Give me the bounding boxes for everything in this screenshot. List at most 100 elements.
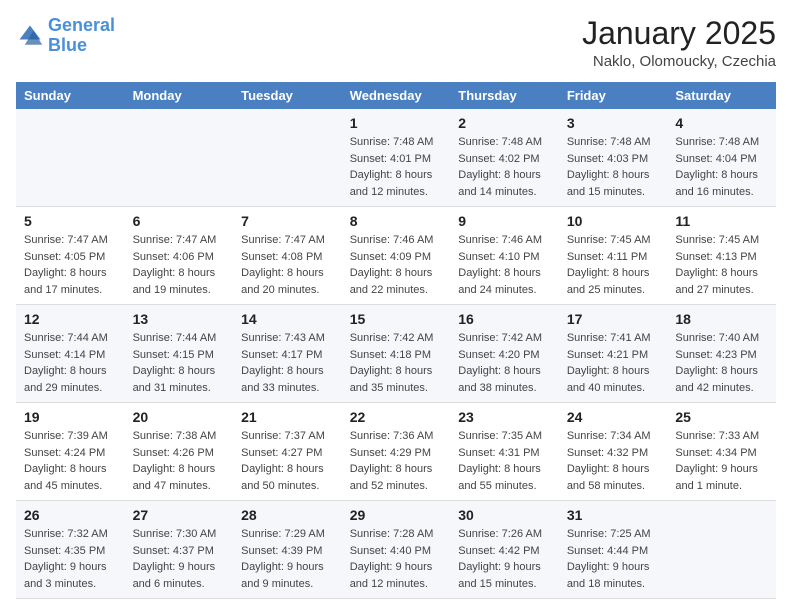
day-number: 31	[567, 507, 660, 523]
calendar-cell	[125, 109, 234, 207]
weekday-header-monday: Monday	[125, 82, 234, 109]
week-row-1: 1Sunrise: 7:48 AMSunset: 4:01 PMDaylight…	[16, 109, 776, 207]
weekday-header-friday: Friday	[559, 82, 668, 109]
day-info: Sunrise: 7:47 AMSunset: 4:08 PMDaylight:…	[241, 232, 334, 298]
day-info: Sunrise: 7:44 AMSunset: 4:15 PMDaylight:…	[133, 330, 226, 396]
calendar-cell: 5 Sunrise: 7:47 AMSunset: 4:05 PMDaylight…	[16, 207, 125, 305]
day-info: Sunrise: 7:38 AMSunset: 4:26 PMDaylight:…	[133, 428, 226, 494]
day-number: 9	[458, 213, 551, 229]
day-number: 15	[350, 311, 443, 327]
day-number: 26	[24, 507, 117, 523]
calendar-cell: 21 Sunrise: 7:37 AMSunset: 4:27 PMDayligh…	[233, 403, 342, 501]
day-number: 13	[133, 311, 226, 327]
day-number: 23	[458, 409, 551, 425]
calendar-cell: 12Sunrise: 7:44 AMSunset: 4:14 PMDayligh…	[16, 305, 125, 403]
weekday-header-wednesday: Wednesday	[342, 82, 451, 109]
day-info: Sunrise: 7:34 AMSunset: 4:32 PMDaylight:…	[567, 428, 660, 494]
day-info: Sunrise: 7:47 AMSunset: 4:05 PMDaylight:…	[24, 232, 117, 298]
logo-text: General Blue	[48, 16, 115, 56]
calendar-cell: 24 Sunrise: 7:34 AMSunset: 4:32 PMDayligh…	[559, 403, 668, 501]
day-info: Sunrise: 7:28 AMSunset: 4:40 PMDaylight:…	[350, 526, 443, 592]
calendar-cell: 7 Sunrise: 7:47 AMSunset: 4:08 PMDaylight…	[233, 207, 342, 305]
day-info: Sunrise: 7:39 AMSunset: 4:24 PMDaylight:…	[24, 428, 117, 494]
week-row-2: 5 Sunrise: 7:47 AMSunset: 4:05 PMDaylight…	[16, 207, 776, 305]
day-number: 27	[133, 507, 226, 523]
day-number: 25	[675, 409, 768, 425]
calendar-cell: 13 Sunrise: 7:44 AMSunset: 4:15 PMDayligh…	[125, 305, 234, 403]
day-info: Sunrise: 7:45 AMSunset: 4:13 PMDaylight:…	[675, 232, 768, 298]
calendar-cell: 14 Sunrise: 7:43 AMSunset: 4:17 PMDayligh…	[233, 305, 342, 403]
day-number: 3	[567, 115, 660, 131]
day-number: 10	[567, 213, 660, 229]
day-number: 5	[24, 213, 117, 229]
day-number: 21	[241, 409, 334, 425]
weekday-header-thursday: Thursday	[450, 82, 559, 109]
day-info: Sunrise: 7:40 AMSunset: 4:23 PMDaylight:…	[675, 330, 768, 396]
weekday-header-row: SundayMondayTuesdayWednesdayThursdayFrid…	[16, 82, 776, 109]
day-number: 28	[241, 507, 334, 523]
day-info: Sunrise: 7:44 AMSunset: 4:14 PMDaylight:…	[24, 330, 117, 396]
day-number: 7	[241, 213, 334, 229]
calendar-cell: 31 Sunrise: 7:25 AMSunset: 4:44 PMDayligh…	[559, 501, 668, 599]
day-info: Sunrise: 7:45 AMSunset: 4:11 PMDaylight:…	[567, 232, 660, 298]
day-info: Sunrise: 7:42 AMSunset: 4:20 PMDaylight:…	[458, 330, 551, 396]
day-number: 19	[24, 409, 117, 425]
day-info: Sunrise: 7:36 AMSunset: 4:29 PMDaylight:…	[350, 428, 443, 494]
day-info: Sunrise: 7:35 AMSunset: 4:31 PMDaylight:…	[458, 428, 551, 494]
calendar-cell: 3 Sunrise: 7:48 AMSunset: 4:03 PMDaylight…	[559, 109, 668, 207]
day-info: Sunrise: 7:48 AMSunset: 4:04 PMDaylight:…	[675, 134, 768, 200]
logo-general: General	[48, 15, 115, 35]
day-number: 18	[675, 311, 768, 327]
location: Naklo, Olomoucky, Czechia	[582, 53, 776, 70]
calendar-cell: 25 Sunrise: 7:33 AMSunset: 4:34 PMDayligh…	[667, 403, 776, 501]
logo: General Blue	[16, 16, 115, 56]
day-info: Sunrise: 7:46 AMSunset: 4:10 PMDaylight:…	[458, 232, 551, 298]
calendar-cell: 16 Sunrise: 7:42 AMSunset: 4:20 PMDayligh…	[450, 305, 559, 403]
logo-blue: Blue	[48, 35, 87, 55]
day-info: Sunrise: 7:30 AMSunset: 4:37 PMDaylight:…	[133, 526, 226, 592]
calendar-cell: 9 Sunrise: 7:46 AMSunset: 4:10 PMDaylight…	[450, 207, 559, 305]
day-info: Sunrise: 7:42 AMSunset: 4:18 PMDaylight:…	[350, 330, 443, 396]
calendar-cell: 6Sunrise: 7:47 AMSunset: 4:06 PMDaylight…	[125, 207, 234, 305]
calendar-cell: 8Sunrise: 7:46 AMSunset: 4:09 PMDaylight…	[342, 207, 451, 305]
day-number: 24	[567, 409, 660, 425]
day-number: 14	[241, 311, 334, 327]
calendar-cell: 18 Sunrise: 7:40 AMSunset: 4:23 PMDayligh…	[667, 305, 776, 403]
day-number: 29	[350, 507, 443, 523]
day-info: Sunrise: 7:29 AMSunset: 4:39 PMDaylight:…	[241, 526, 334, 592]
logo-icon	[16, 22, 44, 50]
week-row-5: 26 Sunrise: 7:32 AMSunset: 4:35 PMDayligh…	[16, 501, 776, 599]
calendar-cell: 29 Sunrise: 7:28 AMSunset: 4:40 PMDayligh…	[342, 501, 451, 599]
day-info: Sunrise: 7:48 AMSunset: 4:03 PMDaylight:…	[567, 134, 660, 200]
day-number: 16	[458, 311, 551, 327]
day-info: Sunrise: 7:32 AMSunset: 4:35 PMDaylight:…	[24, 526, 117, 592]
day-number: 17	[567, 311, 660, 327]
day-info: Sunrise: 7:43 AMSunset: 4:17 PMDaylight:…	[241, 330, 334, 396]
day-number: 20	[133, 409, 226, 425]
day-number: 4	[675, 115, 768, 131]
week-row-4: 19 Sunrise: 7:39 AMSunset: 4:24 PMDayligh…	[16, 403, 776, 501]
calendar-cell: 27 Sunrise: 7:30 AMSunset: 4:37 PMDayligh…	[125, 501, 234, 599]
calendar-cell: 28 Sunrise: 7:29 AMSunset: 4:39 PMDayligh…	[233, 501, 342, 599]
month-title: January 2025	[582, 16, 776, 51]
calendar-cell: 10 Sunrise: 7:45 AMSunset: 4:11 PMDayligh…	[559, 207, 668, 305]
calendar-cell: 23 Sunrise: 7:35 AMSunset: 4:31 PMDayligh…	[450, 403, 559, 501]
calendar-cell	[233, 109, 342, 207]
calendar-cell	[16, 109, 125, 207]
day-number: 30	[458, 507, 551, 523]
calendar-cell: 20 Sunrise: 7:38 AMSunset: 4:26 PMDayligh…	[125, 403, 234, 501]
calendar-cell: 11 Sunrise: 7:45 AMSunset: 4:13 PMDayligh…	[667, 207, 776, 305]
day-info: Sunrise: 7:25 AMSunset: 4:44 PMDaylight:…	[567, 526, 660, 592]
day-info: Sunrise: 7:37 AMSunset: 4:27 PMDaylight:…	[241, 428, 334, 494]
weekday-header-tuesday: Tuesday	[233, 82, 342, 109]
weekday-header-sunday: Sunday	[16, 82, 125, 109]
day-number: 1	[350, 115, 443, 131]
day-number: 6	[133, 213, 226, 229]
calendar-cell: 4 Sunrise: 7:48 AMSunset: 4:04 PMDaylight…	[667, 109, 776, 207]
day-number: 11	[675, 213, 768, 229]
day-number: 8	[350, 213, 443, 229]
weekday-header-saturday: Saturday	[667, 82, 776, 109]
calendar-cell: 30Sunrise: 7:26 AMSunset: 4:42 PMDayligh…	[450, 501, 559, 599]
day-info: Sunrise: 7:33 AMSunset: 4:34 PMDaylight:…	[675, 428, 768, 494]
day-number: 2	[458, 115, 551, 131]
